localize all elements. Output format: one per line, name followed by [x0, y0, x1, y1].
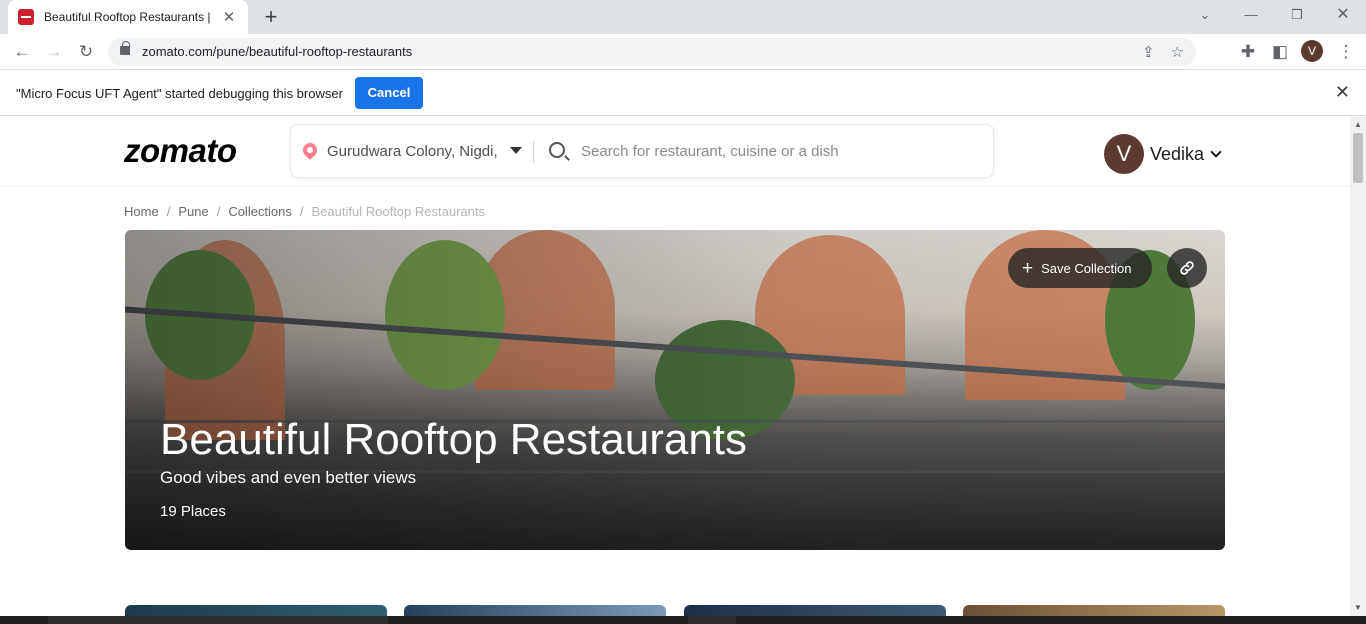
search-divider	[533, 141, 534, 163]
page-scrollbar[interactable]: ▲ ▼	[1350, 117, 1366, 616]
collection-title: Beautiful Rooftop Restaurants	[160, 415, 748, 464]
star-icon[interactable]: ☆	[1171, 43, 1184, 61]
browser-profile-avatar[interactable]: V	[1301, 40, 1323, 62]
tab-title: Beautiful Rooftop Restaurants | Z	[44, 10, 215, 24]
breadcrumb-separator: /	[299, 204, 304, 219]
window-close-button[interactable]: ✕	[1320, 0, 1366, 30]
extensions-icon[interactable]: ✚	[1236, 40, 1260, 64]
search-icon	[549, 142, 565, 158]
copy-link-button[interactable]	[1167, 248, 1207, 288]
tab-search-icon[interactable]: ⌄	[1182, 0, 1228, 30]
chevron-down-icon[interactable]	[510, 147, 522, 154]
zomato-logo[interactable]: zomato	[124, 132, 237, 170]
breadcrumb: Home / Pune / Collections / Beautiful Ro…	[124, 204, 485, 219]
reload-icon[interactable]: ↻	[74, 40, 98, 64]
scroll-down-icon[interactable]: ▼	[1354, 603, 1362, 612]
sidebar-icon[interactable]: ◧	[1268, 40, 1292, 64]
cancel-button[interactable]: Cancel	[355, 77, 423, 109]
search-input[interactable]	[581, 139, 981, 163]
breadcrumb-collections[interactable]: Collections	[228, 204, 292, 219]
page-content: zomato Gurudwara Colony, Nigdi, V Vedika…	[0, 117, 1350, 616]
breadcrumb-current: Beautiful Rooftop Restaurants	[311, 204, 485, 219]
new-tab-button[interactable]: +	[259, 4, 283, 30]
lock-icon[interactable]	[120, 41, 130, 55]
breadcrumb-home[interactable]: Home	[124, 204, 159, 219]
debug-infobar: "Micro Focus UFT Agent" started debuggin…	[0, 70, 1366, 116]
browser-tab-strip: Beautiful Rooftop Restaurants | Z ✕ + ⌄ …	[0, 0, 1366, 34]
url-text[interactable]: zomato.com/pune/beautiful-rooftop-restau…	[142, 44, 412, 59]
chevron-down-icon[interactable]	[1210, 146, 1222, 158]
address-bar[interactable]: zomato.com/pune/beautiful-rooftop-restau…	[108, 38, 1196, 66]
collection-hero: + Save Collection Beautiful Rooftop Rest…	[125, 230, 1225, 550]
scroll-thumb[interactable]	[1353, 133, 1363, 183]
restaurant-card[interactable]	[963, 605, 1225, 616]
link-icon	[1180, 261, 1194, 275]
save-collection-label: Save Collection	[1041, 260, 1132, 276]
tab-close-icon[interactable]: ✕	[220, 8, 238, 26]
search-bar: Gurudwara Colony, Nigdi,	[290, 124, 994, 178]
close-icon[interactable]: ✕	[1335, 82, 1350, 103]
breadcrumb-separator: /	[216, 204, 221, 219]
save-collection-button[interactable]: + Save Collection	[1008, 248, 1152, 288]
scroll-up-icon[interactable]: ▲	[1354, 120, 1362, 129]
restaurant-card[interactable]	[404, 605, 666, 616]
taskbar-item[interactable]	[688, 616, 736, 624]
share-icon[interactable]: ⇪	[1142, 43, 1155, 61]
os-taskbar	[0, 616, 1366, 624]
back-arrow-icon[interactable]: ←	[10, 40, 34, 64]
restaurant-card[interactable]	[684, 605, 946, 616]
restaurant-card[interactable]	[125, 605, 387, 616]
infobar-message: "Micro Focus UFT Agent" started debuggin…	[16, 86, 343, 101]
browser-tab[interactable]: Beautiful Rooftop Restaurants | Z ✕	[8, 0, 248, 34]
plus-icon: +	[1022, 257, 1034, 279]
user-menu[interactable]: V Vedika	[1104, 134, 1222, 174]
collection-places-count: 19 Places	[160, 503, 226, 520]
site-header: zomato Gurudwara Colony, Nigdi, V Vedika	[0, 117, 1350, 187]
forward-arrow-icon[interactable]: →	[42, 40, 66, 64]
location-pin-icon	[300, 140, 320, 160]
minimize-button[interactable]: —	[1228, 0, 1274, 30]
zomato-favicon-icon	[18, 9, 34, 25]
avatar[interactable]: V	[1104, 134, 1144, 174]
user-name[interactable]: Vedika	[1150, 144, 1204, 165]
restore-button[interactable]: ❐	[1274, 0, 1320, 30]
breadcrumb-separator: /	[166, 204, 171, 219]
menu-kebab-icon[interactable]: ⋮	[1334, 40, 1358, 64]
collection-subtitle: Good vibes and even better views	[160, 468, 417, 487]
taskbar-item[interactable]	[48, 616, 388, 624]
location-input[interactable]: Gurudwara Colony, Nigdi,	[327, 143, 499, 160]
breadcrumb-pune[interactable]: Pune	[178, 204, 208, 219]
browser-toolbar: ← → ↻ zomato.com/pune/beautiful-rooftop-…	[0, 34, 1366, 70]
